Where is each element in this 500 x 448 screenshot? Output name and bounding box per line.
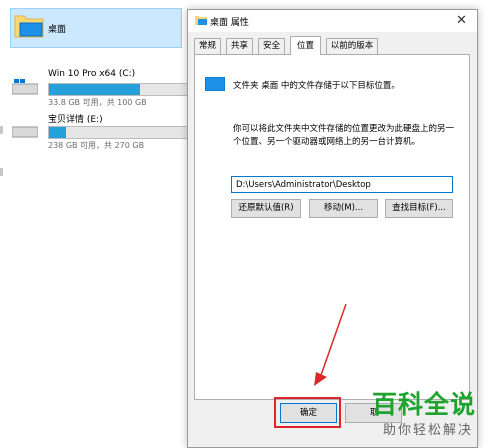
drive-e-name: 宝贝详情 (E:) <box>48 115 103 125</box>
dialog-titlebar[interactable]: 桌面 属性 ✕ <box>188 10 477 32</box>
drive-c-size: 33.8 GB 可用，共 100 GB <box>48 98 147 107</box>
drive-c[interactable]: Win 10 Pro x64 (C:) 33.8 GB 可用，共 100 GB <box>12 69 188 109</box>
nav-scroll-marker <box>0 168 3 176</box>
location-description: 你可以将此文件夹中文件存储的位置更改为此硬盘上的另一个位置、另一个驱动器或网络上… <box>233 124 455 147</box>
desktop-folder-icon <box>205 77 225 91</box>
drive-e-usage-fill <box>49 127 66 138</box>
drive-e-usage-bar <box>48 126 188 139</box>
drive-e[interactable]: 宝贝详情 (E:) 238 GB 可用，共 270 GB <box>12 112 188 152</box>
drive-c-usage-bar <box>48 83 188 96</box>
dialog-title: 桌面 属性 <box>210 18 249 28</box>
path-input[interactable] <box>231 176 453 193</box>
tab-sharing[interactable]: 共享 <box>226 38 253 54</box>
drive-c-usage-fill <box>49 84 141 95</box>
nav-scroll-marker <box>0 126 3 134</box>
find-target-button[interactable]: 查找目标(F)... <box>385 199 453 218</box>
windows-drive-icon <box>12 79 38 95</box>
drive-e-size: 238 GB 可用，共 270 GB <box>48 141 145 150</box>
folder-icon <box>14 15 44 38</box>
ok-button[interactable]: 确定 <box>280 403 337 423</box>
location-info-text: 文件夹 桌面 中的文件存储于以下目标位置。 <box>233 81 400 91</box>
restore-default-button[interactable]: 还原默认值(R) <box>231 199 301 218</box>
tab-security[interactable]: 安全 <box>258 38 285 54</box>
tab-location[interactable]: 位置 <box>290 36 321 55</box>
close-icon[interactable]: ✕ <box>456 13 467 28</box>
watermark-title: 百科全说 <box>372 390 477 419</box>
drive-icon <box>12 126 38 138</box>
tab-previous-versions[interactable]: 以前的版本 <box>326 38 378 54</box>
explorer-background: 桌面 Win 10 Pro x64 (C:) 33.8 GB 可用，共 100 … <box>0 0 188 448</box>
watermark-subtitle: 助你轻松解决 <box>383 423 474 438</box>
annotation-arrow <box>314 303 347 386</box>
tab-general[interactable]: 常规 <box>194 38 221 54</box>
drive-c-name: Win 10 Pro x64 (C:) <box>48 69 136 79</box>
folder-icon <box>195 16 207 25</box>
desktop-folder-label: 桌面 <box>48 25 67 35</box>
move-button[interactable]: 移动(M)... <box>309 199 378 218</box>
